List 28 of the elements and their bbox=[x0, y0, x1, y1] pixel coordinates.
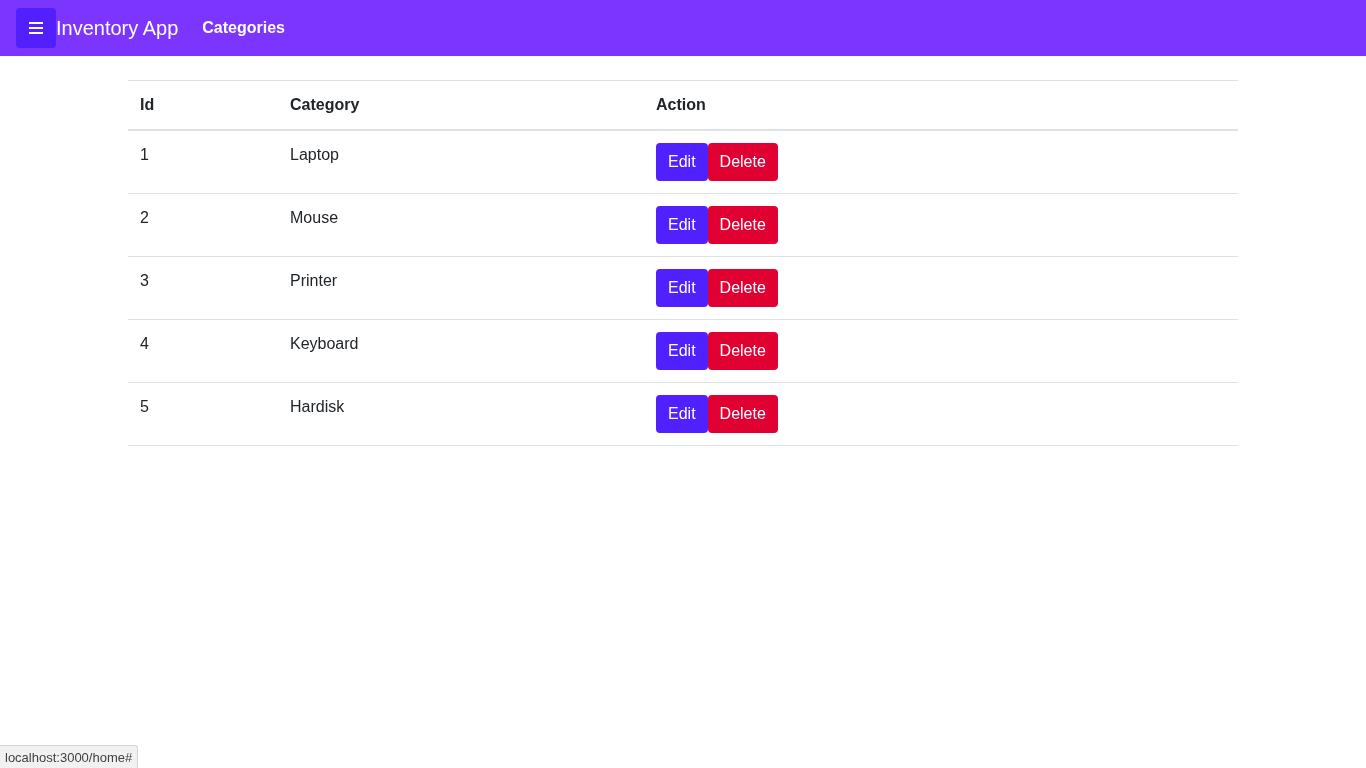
category-cell: Laptop bbox=[278, 130, 644, 194]
category-cell: Keyboard bbox=[278, 319, 644, 383]
id-cell: 5 bbox=[128, 382, 278, 446]
edit-button[interactable]: Edit bbox=[656, 332, 708, 370]
brand-title: Inventory App bbox=[56, 16, 179, 40]
category-cell: Hardisk bbox=[278, 382, 644, 446]
category-cell: Printer bbox=[278, 256, 644, 320]
id-cell: 2 bbox=[128, 193, 278, 257]
nav-link[interactable]: Categories bbox=[194, 11, 293, 45]
delete-button[interactable]: Delete bbox=[707, 269, 778, 307]
column-header: Id bbox=[128, 80, 278, 130]
edit-button[interactable]: Edit bbox=[656, 206, 708, 244]
id-cell: 4 bbox=[128, 319, 278, 383]
delete-button[interactable]: Delete bbox=[707, 332, 778, 370]
menu-icon bbox=[29, 22, 43, 34]
edit-button[interactable]: Edit bbox=[656, 143, 708, 181]
delete-button[interactable]: Delete bbox=[707, 206, 778, 244]
category-cell: Mouse bbox=[278, 193, 644, 257]
id-cell: 1 bbox=[128, 130, 278, 194]
menu-button[interactable] bbox=[16, 8, 56, 48]
delete-button[interactable]: Delete bbox=[707, 143, 778, 181]
edit-button[interactable]: Edit bbox=[656, 395, 708, 433]
column-header: Action bbox=[644, 80, 1238, 130]
id-cell: 3 bbox=[128, 256, 278, 320]
delete-button[interactable]: Delete bbox=[707, 395, 778, 433]
column-header: Category bbox=[278, 80, 644, 130]
status-url: localhost:3000/home# bbox=[0, 745, 139, 768]
edit-button[interactable]: Edit bbox=[656, 269, 708, 307]
